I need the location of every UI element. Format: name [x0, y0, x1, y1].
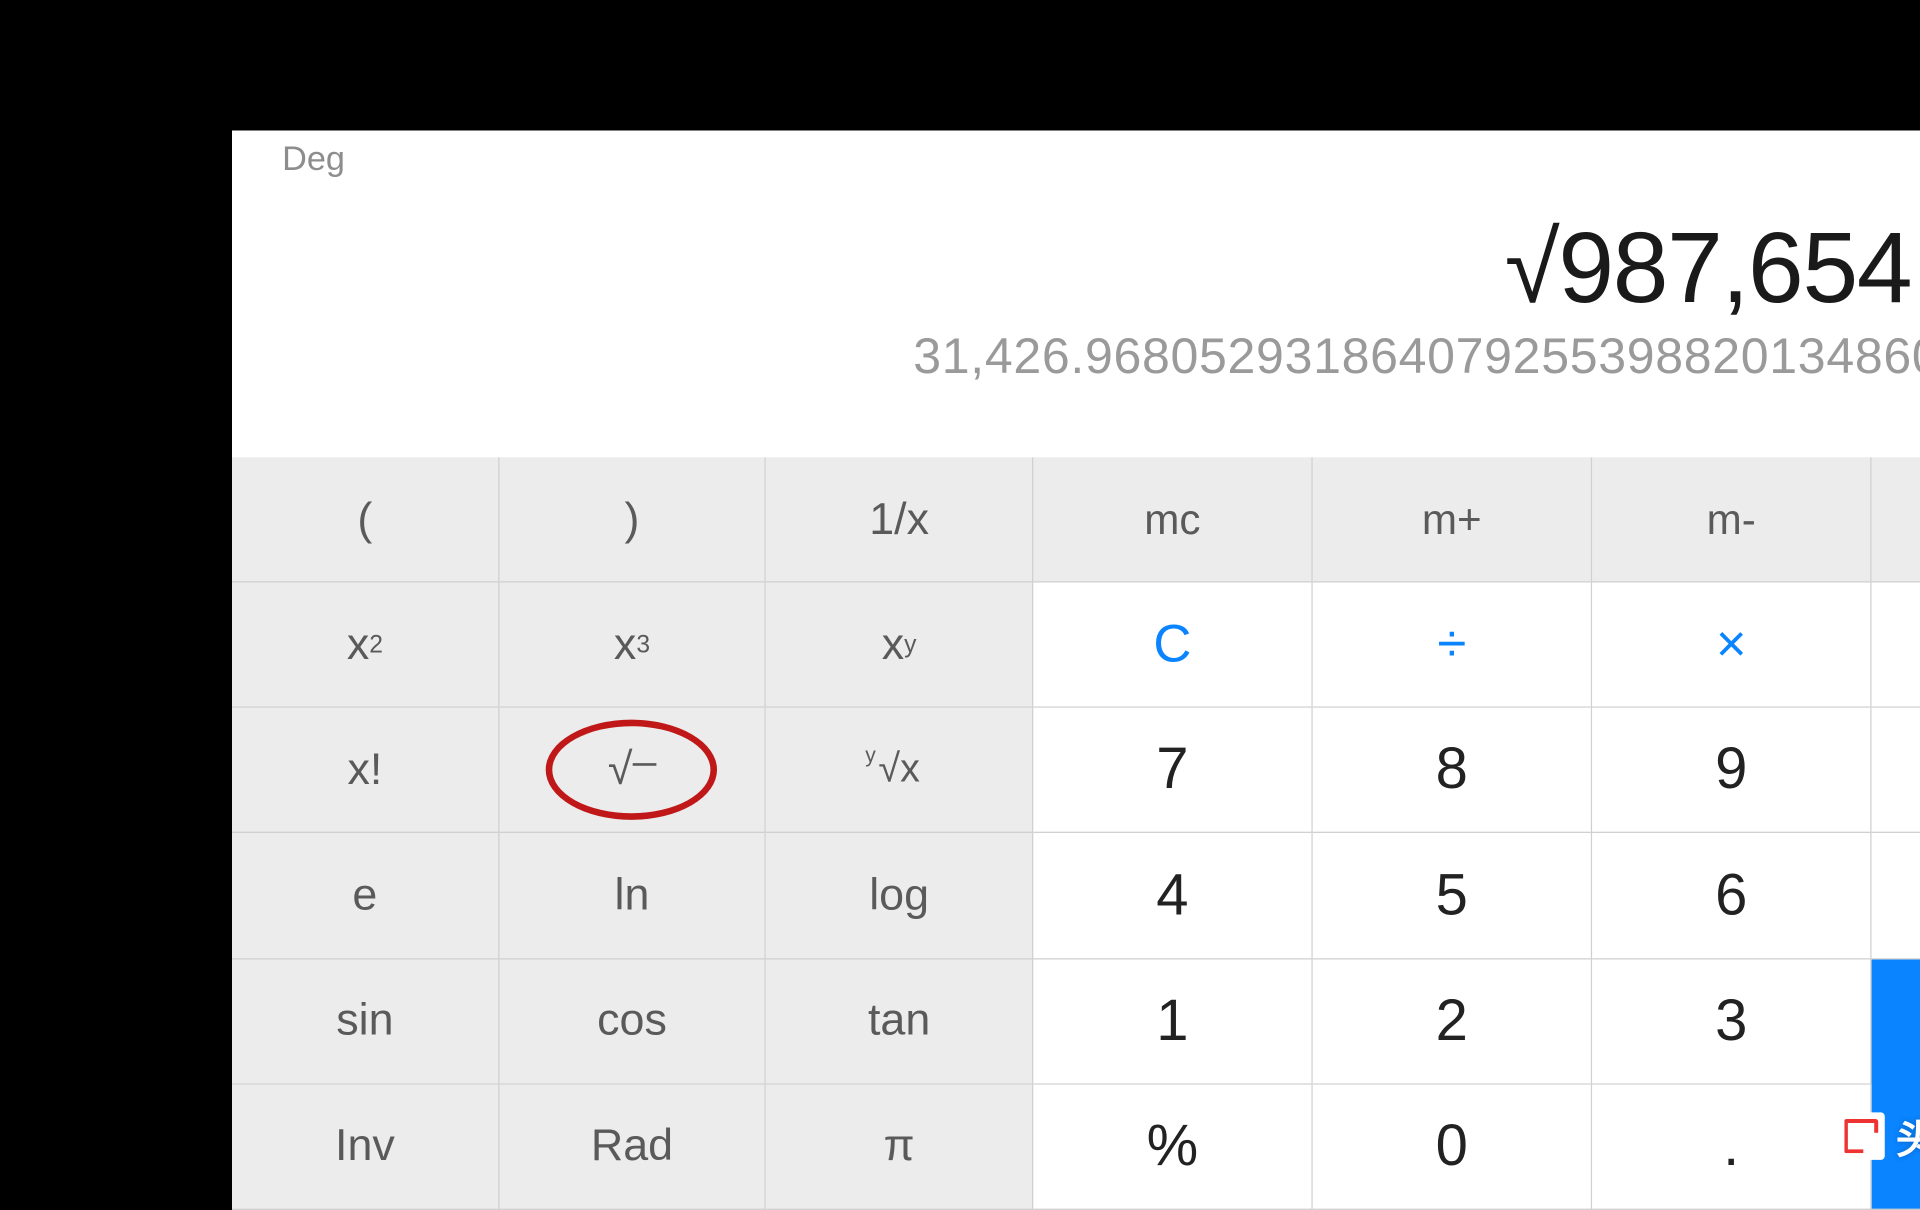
angle-mode-label: Deg [282, 138, 345, 179]
main-keypad: mc m+ m- mr C ÷ × 7 8 9 — 4 5 6 + 1 2 3 [1033, 457, 1920, 1210]
digit-8-button[interactable]: 8 [1313, 708, 1592, 833]
result-display: 31,426.968052931864079255398820134860138… [272, 329, 1920, 386]
clear-button[interactable]: C [1033, 583, 1312, 708]
divide-button[interactable]: ÷ [1313, 583, 1592, 708]
log-button[interactable]: log [766, 834, 1033, 959]
right-paren-button[interactable]: ) [499, 457, 766, 582]
radians-button[interactable]: Rad [499, 1085, 766, 1210]
reciprocal-button[interactable]: 1/x [766, 457, 1033, 582]
cos-button[interactable]: cos [499, 959, 766, 1084]
memory-recall-button[interactable]: mr [1872, 457, 1920, 582]
sqrt-button[interactable]: √ [499, 708, 766, 833]
digit-1-button[interactable]: 1 [1033, 959, 1312, 1084]
subtract-button[interactable]: — [1872, 708, 1920, 833]
factorial-button[interactable]: x! [232, 708, 499, 833]
add-button[interactable]: + [1872, 834, 1920, 959]
digit-0-button[interactable]: 0 [1313, 1085, 1592, 1210]
memory-clear-button[interactable]: mc [1033, 457, 1312, 582]
y-root-button[interactable]: y√x [766, 708, 1033, 833]
multiply-button[interactable]: × [1592, 583, 1871, 708]
memory-sub-button[interactable]: m- [1592, 457, 1871, 582]
expression-display: √987,654,321 [272, 199, 1920, 324]
e-button[interactable]: e [232, 834, 499, 959]
digit-7-button[interactable]: 7 [1033, 708, 1312, 833]
calculator-window: Deg √987,654,321 31,426.9680529318640792… [232, 131, 1920, 1210]
digit-9-button[interactable]: 9 [1592, 708, 1871, 833]
digit-2-button[interactable]: 2 [1313, 959, 1592, 1084]
inverse-button[interactable]: Inv [232, 1085, 499, 1210]
display-area: Deg √987,654,321 31,426.9680529318640792… [232, 131, 1920, 458]
keypad: ( ) 1/x x2 x3 xy x! √ y√x e ln log sin c… [232, 457, 1920, 1210]
power-button[interactable]: xy [766, 583, 1033, 708]
square-button[interactable]: x2 [232, 583, 499, 708]
left-paren-button[interactable]: ( [232, 457, 499, 582]
digit-4-button[interactable]: 4 [1033, 834, 1312, 959]
digit-5-button[interactable]: 5 [1313, 834, 1592, 959]
tan-button[interactable]: tan [766, 959, 1033, 1084]
sin-button[interactable]: sin [232, 959, 499, 1084]
digit-6-button[interactable]: 6 [1592, 834, 1871, 959]
digit-3-button[interactable]: 3 [1592, 959, 1871, 1084]
memory-add-button[interactable]: m+ [1313, 457, 1592, 582]
ln-button[interactable]: ln [499, 834, 766, 959]
equals-button[interactable]: = [1872, 959, 1920, 1210]
percent-button[interactable]: % [1033, 1085, 1312, 1210]
scientific-keypad: ( ) 1/x x2 x3 xy x! √ y√x e ln log sin c… [232, 457, 1033, 1210]
backspace-button[interactable] [1872, 583, 1920, 708]
y-root-icon: y√x [878, 748, 919, 793]
cube-button[interactable]: x3 [499, 583, 766, 708]
pi-button[interactable]: π [766, 1085, 1033, 1210]
decimal-button[interactable]: . [1592, 1085, 1871, 1210]
sqrt-icon: √ [608, 745, 656, 796]
